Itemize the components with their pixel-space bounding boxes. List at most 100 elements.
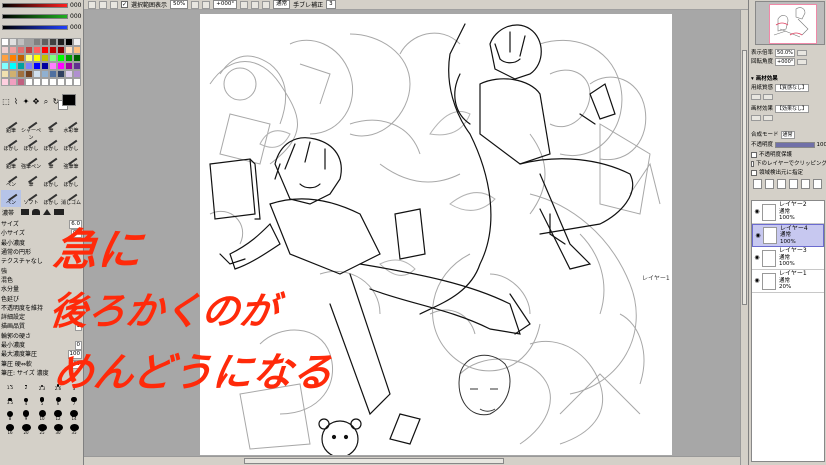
color-swatch[interactable] <box>41 38 49 46</box>
brush-size-option[interactable]: 3 <box>66 382 82 393</box>
color-swatch[interactable] <box>73 38 81 46</box>
tool-property[interactable]: サイズ 6.0 <box>0 220 83 230</box>
brush-tool[interactable]: 鉛筆 <box>1 152 21 171</box>
horizontal-scrollbar[interactable] <box>84 456 740 465</box>
brush-size-option[interactable]: 12 <box>50 410 66 421</box>
magic-wand-icon[interactable]: ✦ <box>22 97 30 106</box>
color-swatch[interactable] <box>41 62 49 70</box>
color-swatch[interactable] <box>9 62 17 70</box>
paper-effect-header[interactable]: ▾ 画材効果 <box>751 75 826 83</box>
brush-tool[interactable]: 強筆ペン <box>21 152 41 171</box>
brush-size-option[interactable]: 4 <box>18 396 34 407</box>
tool-property[interactable]: 描画品質 3 <box>0 322 83 332</box>
color-swatch[interactable] <box>1 62 9 70</box>
shape-round[interactable] <box>32 209 40 215</box>
color-swatch[interactable] <box>57 70 65 78</box>
brush-tool[interactable]: 筆 <box>41 116 61 135</box>
tool-property[interactable]: 色延び <box>0 294 83 303</box>
shape-flat[interactable] <box>21 209 29 215</box>
tool-property[interactable]: 小サイズ 03 <box>0 229 83 239</box>
color-swatch[interactable] <box>65 46 73 54</box>
rotate-right-button[interactable] <box>251 0 260 9</box>
color-swatch[interactable] <box>9 46 17 54</box>
brush-size-option[interactable]: 2.3 <box>34 382 50 393</box>
color-swatch[interactable] <box>57 46 65 54</box>
red-slider[interactable]: 000 <box>2 2 82 9</box>
color-swatch[interactable] <box>25 78 33 86</box>
tool-property[interactable]: 不透明度を維持 <box>0 304 83 313</box>
clip-checkbox[interactable] <box>751 161 754 167</box>
color-swatch[interactable] <box>49 46 57 54</box>
color-swatch[interactable] <box>33 46 41 54</box>
vertical-scrollbar[interactable] <box>740 10 748 465</box>
rotate-left-button[interactable] <box>240 0 249 9</box>
zoom-out-button[interactable] <box>191 0 200 9</box>
brush-size-option[interactable]: 3.5 <box>2 396 18 407</box>
blend-mode-select[interactable]: 通常 <box>780 131 795 139</box>
color-swatch[interactable] <box>33 78 41 86</box>
deselect-button[interactable] <box>88 0 96 9</box>
brush-tool[interactable]: ぼかし <box>1 134 21 153</box>
layer-row[interactable]: ◉ レイヤー2 通常 100% <box>752 201 824 224</box>
delete-layer-icon[interactable] <box>813 179 822 189</box>
color-swatch[interactable] <box>41 46 49 54</box>
zoom-reset-button[interactable] <box>796 50 807 56</box>
color-swatch[interactable] <box>33 70 41 78</box>
color-swatch[interactable] <box>57 54 65 62</box>
zoom-icon[interactable]: ⌕ <box>42 97 50 106</box>
navigator[interactable] <box>755 1 825 45</box>
zoom-input[interactable]: 50.0% <box>775 49 795 57</box>
flip-button[interactable] <box>262 0 271 9</box>
tool-property[interactable]: テクスチャなし <box>0 257 83 266</box>
stabilizer-select[interactable]: 3 <box>326 0 336 9</box>
color-swatch[interactable] <box>41 78 49 86</box>
property-value[interactable]: 03 <box>71 229 82 239</box>
shape-wide[interactable] <box>54 209 64 215</box>
color-swatch[interactable] <box>65 38 73 46</box>
color-swatch[interactable] <box>1 78 9 86</box>
color-swatch[interactable] <box>57 62 65 70</box>
color-swatch[interactable] <box>33 54 41 62</box>
eye-icon[interactable]: ◉ <box>753 277 761 285</box>
color-picker[interactable] <box>58 94 82 112</box>
color-swatch[interactable] <box>41 70 49 78</box>
selection-checkbox[interactable]: ✓ <box>121 1 128 8</box>
layer-row[interactable]: ◉ レイヤー4 通常 100% <box>752 224 824 247</box>
color-swatch[interactable] <box>25 46 33 54</box>
tool-property[interactable]: 強 <box>0 266 83 275</box>
blend-mode-select[interactable]: 通常 <box>273 0 291 9</box>
redo-button[interactable] <box>110 0 118 9</box>
foreground-color[interactable] <box>62 94 76 106</box>
select-icon[interactable]: ⬚ <box>2 97 10 106</box>
brush-tool[interactable]: ぼかし <box>61 170 81 189</box>
brush-tool[interactable]: ソフト <box>21 188 41 207</box>
paper-texture-select[interactable]: 【質感なし】 <box>775 84 810 92</box>
color-swatch[interactable] <box>65 70 73 78</box>
move-icon[interactable]: ✥ <box>32 97 40 106</box>
rotation-reset-button[interactable] <box>797 59 808 65</box>
brush-tool[interactable]: 消しゴム <box>61 188 81 207</box>
color-swatch[interactable] <box>33 62 41 70</box>
layer-row[interactable]: ◉ レイヤー1 通常 20% <box>752 270 824 293</box>
tool-property[interactable]: 混色 <box>0 276 83 285</box>
brush-tool[interactable]: ぼかし <box>41 134 61 153</box>
brush-size-option[interactable]: 1.5 <box>2 382 18 393</box>
eye-icon[interactable]: ◉ <box>754 232 762 240</box>
color-swatch[interactable] <box>25 38 33 46</box>
color-swatch[interactable] <box>25 54 33 62</box>
layer-row[interactable]: ◉ レイヤー3 通常 100% <box>752 247 824 270</box>
brush-size-option[interactable]: 35 <box>66 424 82 435</box>
color-swatch[interactable] <box>65 54 73 62</box>
effect-strength[interactable] <box>763 115 773 121</box>
duplicate-layer-icon[interactable] <box>777 179 786 189</box>
green-slider[interactable]: 000 <box>2 13 82 20</box>
opacity-slider[interactable] <box>775 142 815 148</box>
undo-button[interactable] <box>99 0 107 9</box>
new-layer-icon[interactable] <box>753 179 762 189</box>
eye-icon[interactable]: ◉ <box>753 208 761 216</box>
brush-size-option[interactable]: 10 <box>34 410 50 421</box>
effect-select[interactable]: 【効果なし】 <box>775 105 810 113</box>
effect-width[interactable] <box>751 115 761 121</box>
color-swatch[interactable] <box>1 54 9 62</box>
tool-property[interactable]: 最大濃度筆圧 100 <box>0 350 83 360</box>
